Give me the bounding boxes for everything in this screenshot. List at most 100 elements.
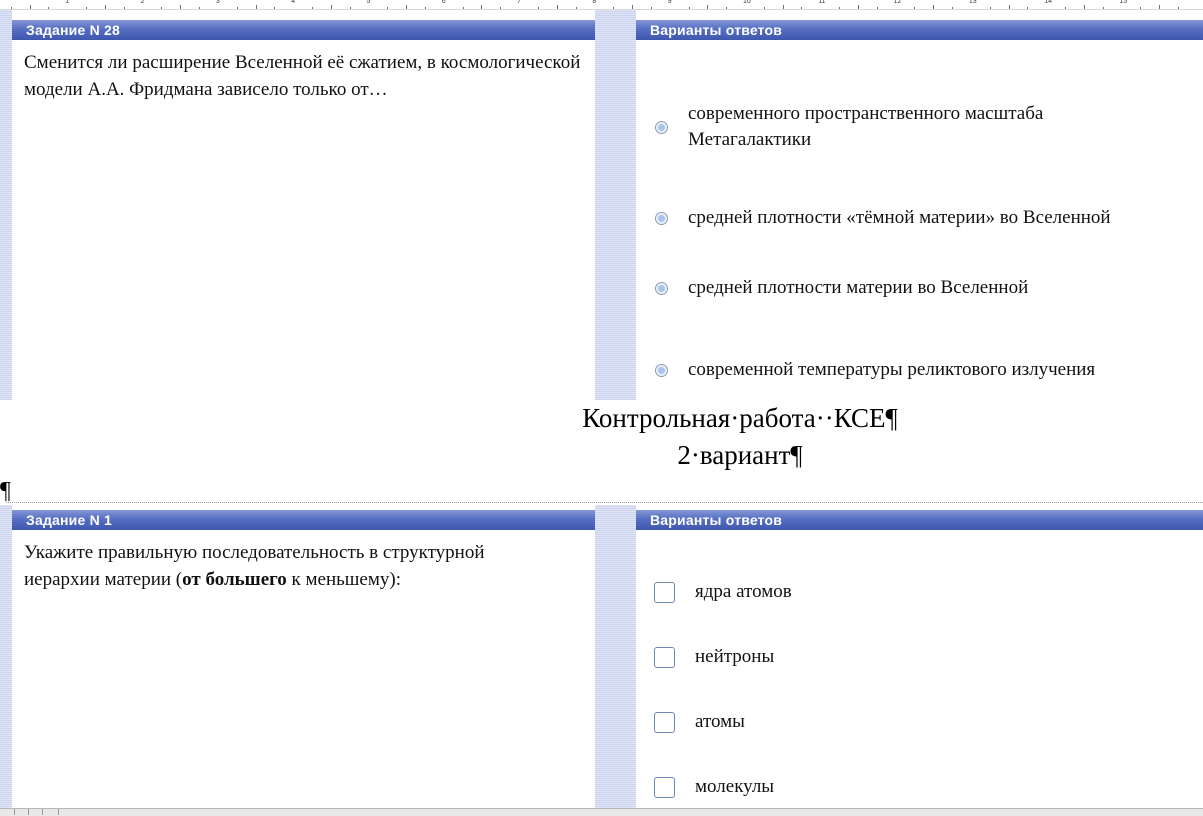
left-stripe [0,505,12,808]
ruler-tick [726,7,728,9]
ruler-tick [330,5,332,9]
radio-button-icon[interactable] [655,211,668,225]
question-panel: Задание N 1 Укажите правильную последова… [12,510,595,808]
ruler-tick [613,7,615,9]
view-button[interactable] [2,809,15,815]
question-text-bold: от большего [182,569,287,590]
question-header: Задание N 1 [12,510,595,530]
radio-button-icon[interactable] [655,281,668,295]
view-button[interactable] [46,809,59,815]
ruler-tick [1027,7,1029,9]
ruler-tick [632,5,634,9]
middle-stripe [595,10,636,400]
question-text: Укажите правильную последовательность в … [12,530,536,593]
checkbox-icon[interactable] [654,646,675,668]
view-button[interactable] [30,809,43,815]
ruler-tick [782,5,784,9]
ruler-tick [707,5,709,9]
ruler-tick [312,7,314,9]
page-break-line [6,502,1203,503]
ruler-tick [876,7,878,9]
ruler-number: 4 [291,0,296,5]
ruler-tick [236,7,238,9]
ruler-tick [1065,7,1067,9]
answer-option[interactable]: атомы [636,707,1203,737]
answer-label: ядра атомов [695,581,792,602]
ruler-number: 2 [140,0,145,5]
question-text: Сменится ли расширение Вселенной её сжат… [24,52,581,100]
ruler-tick [180,5,182,9]
ruler-tick [914,7,916,9]
answers-header: Варианты ответов [636,510,1203,530]
answer-option[interactable]: современной температуры реликтового излу… [636,343,1203,397]
checkbox-icon[interactable] [654,776,675,798]
ruler-tick [104,5,106,9]
answer-label: средней плотности материи во Вселенной [688,277,1029,298]
answer-label: молекулы [695,776,775,797]
ruler-number: 11 [818,0,826,5]
ruler-tick [952,7,954,9]
document-title-line-1: Контрольная·работа··КСЕ¶ [582,403,898,433]
ruler-tick [1177,7,1179,9]
ruler-tick [933,5,935,9]
test-block-question-28: Задание N 28 Сменится ли расширение Всел… [0,10,1203,400]
radio-button-icon[interactable] [655,363,668,377]
question-panel: Задание N 28 Сменится ли расширение Всел… [12,20,595,400]
left-stripe [0,10,12,400]
answer-option[interactable]: ядра атомов [636,577,1203,607]
ruler-tick [556,5,558,9]
answer-label: современной температуры реликтового излу… [688,359,1096,380]
ruler-tick [857,5,859,9]
ruler-number: 10 [743,0,751,5]
ruler-tick [29,5,31,9]
ruler-number: 15 [1119,0,1128,5]
answer-option[interactable]: средней плотности «тёмной материи» во Вс… [636,191,1203,245]
answer-label: современного пространственного масштаба … [688,103,1044,150]
ruler-number: 9 [667,0,672,5]
ruler-number: 12 [893,0,902,5]
horizontal-ruler: 1 2 3 4 5 6 7 8 9 10 11 12 13 14 15 [0,0,1203,10]
ruler-tick [387,7,389,9]
ruler-number: 6 [441,0,446,5]
view-button[interactable] [16,809,29,815]
question-header: Задание N 28 [12,20,595,40]
answer-option[interactable]: средней плотности материи во Вселенной [636,273,1203,303]
checkbox-icon[interactable] [654,581,675,603]
answer-option[interactable]: молекулы [636,772,1203,802]
ruler-number: 5 [366,0,371,5]
ruler-tick [123,7,125,9]
ruler-tick [161,7,163,9]
answer-label: атомы [695,711,745,732]
ruler-tick [424,7,426,9]
question-text-part: к меньшему): [286,569,401,590]
ruler-tick [10,7,12,9]
ruler-tick [1159,5,1161,9]
ruler-tick [1083,5,1085,9]
ruler-tick [48,7,50,9]
ruler-tick [349,7,351,9]
ruler-tick [1140,7,1142,9]
ruler-tick [575,7,577,9]
ruler-number: 8 [592,0,597,5]
ruler-tick [688,7,690,9]
answer-option[interactable]: современного пространственного масштаба … [636,100,1203,154]
ruler-tick [763,7,765,9]
ruler-tick [199,7,201,9]
ruler-tick [650,7,652,9]
answers-header: Варианты ответов [636,20,1203,40]
ruler-tick [537,7,539,9]
ruler-tick [255,5,257,9]
ruler-tick [1102,7,1104,9]
ruler-tick [274,7,276,9]
ruler-number: 3 [215,0,220,5]
ruler-tick [500,7,502,9]
radio-button-icon[interactable] [655,120,668,134]
checkbox-icon[interactable] [654,711,675,733]
ruler-tick [989,7,991,9]
document-title-line-2: 2·вариант¶ [677,440,803,470]
middle-stripe [595,505,636,808]
ruler-tick [462,7,464,9]
ruler-tick [1008,5,1010,9]
answer-label: нейтроны [695,646,775,667]
answer-option[interactable]: нейтроны [636,642,1203,672]
